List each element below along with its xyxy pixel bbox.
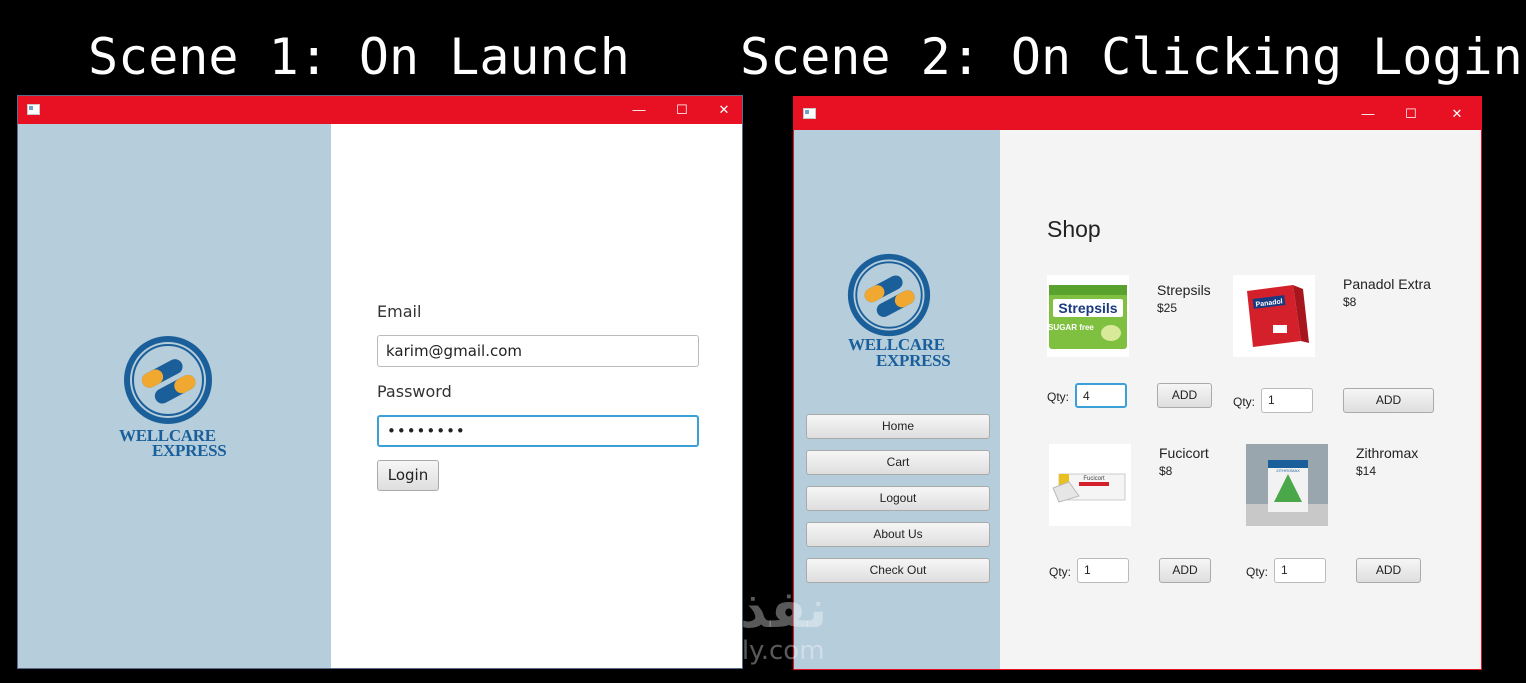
product-price-panadol: $8 xyxy=(1343,295,1357,309)
qty-input-strepsils[interactable]: 4 xyxy=(1075,383,1127,408)
pill-logo-icon xyxy=(847,253,931,337)
product-image-fucicort: Fucicort xyxy=(1049,444,1131,526)
shop-content: Shop Strepsils SUGAR free Strepsils $25 … xyxy=(1000,130,1481,669)
scene-1-title: Scene 1: On Launch xyxy=(88,28,630,86)
minimize-button[interactable]: — xyxy=(1347,97,1389,130)
pill-logo-icon xyxy=(124,336,212,424)
product-image-panadol: Panadol xyxy=(1233,275,1315,357)
window-titlebar[interactable]: — ☐ ✕ xyxy=(794,97,1481,130)
shop-window: — ☐ ✕ WELLCARE EXPRESS Home Cart Logout … xyxy=(793,96,1482,670)
password-label: Password xyxy=(377,382,452,401)
strepsils-pack-subtext: SUGAR free xyxy=(1048,323,1094,332)
watermark-latin: nafezly.com xyxy=(670,636,825,666)
maximize-button[interactable]: ☐ xyxy=(661,96,703,124)
product-image-strepsils: Strepsils SUGAR free xyxy=(1047,275,1129,357)
login-sidebar: WELLCARE EXPRESS xyxy=(18,124,331,668)
qty-label: Qty: xyxy=(1246,565,1269,579)
product-name-zithromax: Zithromax xyxy=(1356,445,1419,461)
add-button-panadol[interactable]: ADD xyxy=(1343,388,1434,413)
email-label: Email xyxy=(377,302,422,321)
app-icon xyxy=(27,104,40,115)
product-name-strepsils: Strepsils xyxy=(1157,282,1211,298)
qty-label: Qty: xyxy=(1047,390,1070,404)
watermark-arabic: نفذلي xyxy=(668,580,828,640)
app-icon xyxy=(803,108,816,119)
add-button-fucicort[interactable]: ADD xyxy=(1159,558,1211,583)
logo-text-line2: EXPRESS xyxy=(876,351,951,370)
qty-label: Qty: xyxy=(1049,565,1072,579)
close-button[interactable]: ✕ xyxy=(1436,97,1478,130)
minimize-button[interactable]: — xyxy=(618,96,660,124)
watermark: نفذلي nafezly.com xyxy=(668,582,827,664)
product-price-zithromax: $14 xyxy=(1356,464,1377,478)
product-price-strepsils: $25 xyxy=(1157,301,1178,315)
nav-home-button[interactable]: Home xyxy=(806,414,990,439)
product-name-fucicort: Fucicort xyxy=(1159,445,1209,461)
strepsils-pack-text: Strepsils xyxy=(1058,300,1117,316)
maximize-button[interactable]: ☐ xyxy=(1390,97,1432,130)
product-price-fucicort: $8 xyxy=(1159,464,1173,478)
nav-cart-button[interactable]: Cart xyxy=(806,450,990,475)
wellcare-logo: WELLCARE EXPRESS xyxy=(846,252,966,372)
password-field[interactable]: •••••••• xyxy=(377,415,699,447)
login-window: — ☐ ✕ WELLCARE EXPRESS Email karim@gmail… xyxy=(17,95,743,669)
email-field[interactable]: karim@gmail.com xyxy=(377,335,699,367)
qty-input-zithromax[interactable]: 1 xyxy=(1274,558,1326,583)
qty-input-fucicort[interactable]: 1 xyxy=(1077,558,1129,583)
product-name-panadol: Panadol Extra xyxy=(1343,276,1431,292)
nav-checkout-button[interactable]: Check Out xyxy=(806,558,990,583)
add-button-zithromax[interactable]: ADD xyxy=(1356,558,1421,583)
login-button[interactable]: Login xyxy=(377,460,439,491)
product-image-zithromax: ZITHROMAX xyxy=(1246,444,1328,526)
close-button[interactable]: ✕ xyxy=(703,96,742,124)
logo-text-line2: EXPRESS xyxy=(152,441,227,460)
qty-label: Qty: xyxy=(1233,395,1256,409)
shop-title: Shop xyxy=(1047,216,1101,242)
add-button-strepsils[interactable]: ADD xyxy=(1157,383,1212,408)
qty-input-panadol[interactable]: 1 xyxy=(1261,388,1313,413)
zithromax-pack-text: ZITHROMAX xyxy=(1276,468,1300,473)
wellcare-logo: WELLCARE EXPRESS xyxy=(119,334,239,464)
nav-about-button[interactable]: About Us xyxy=(806,522,990,547)
fucicort-pack-text: Fucicort xyxy=(1083,476,1105,482)
window-titlebar[interactable]: — ☐ ✕ xyxy=(18,96,742,124)
nav-logout-button[interactable]: Logout xyxy=(806,486,990,511)
scene-2-title: Scene 2: On Clicking Login xyxy=(740,28,1523,86)
